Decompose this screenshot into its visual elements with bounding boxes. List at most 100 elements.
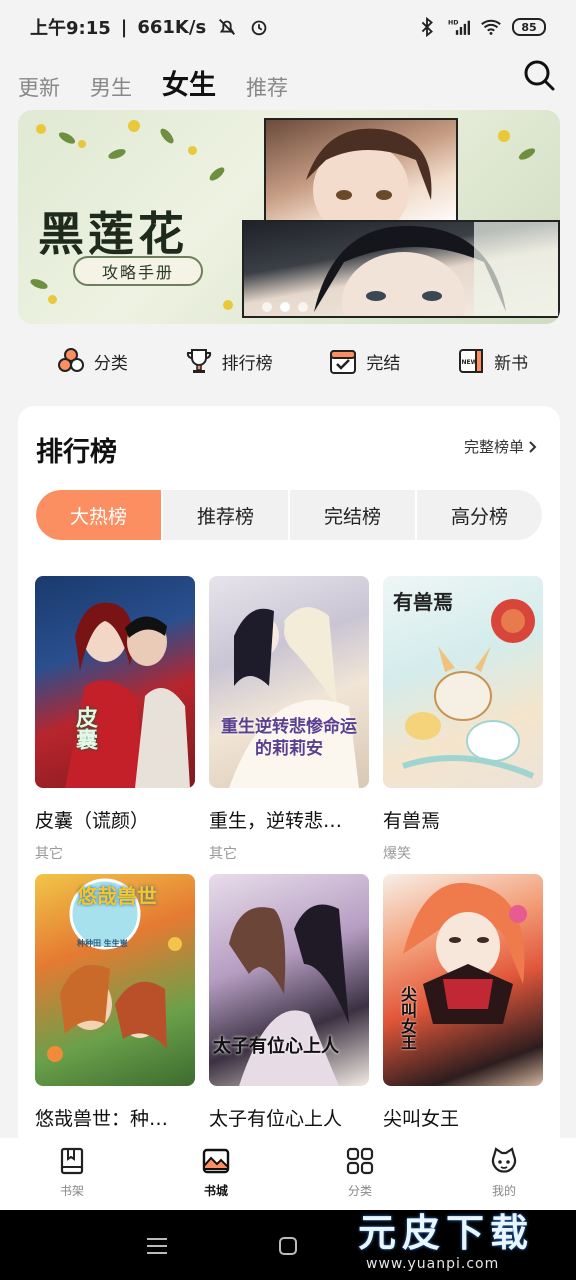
- status-time: 上午9:15: [30, 18, 111, 39]
- cover-illustration: [403, 882, 527, 1024]
- book-cover[interactable]: 太子有位心上人: [209, 874, 369, 1086]
- banner-decoration: [498, 130, 510, 142]
- bottom-nav: 书架 书城 分类 我的: [0, 1138, 576, 1210]
- nav-label: 我的: [491, 1184, 516, 1198]
- grid-icon: [346, 1147, 374, 1175]
- tab-top-rated[interactable]: 高分榜: [417, 490, 542, 540]
- trophy-icon: [186, 349, 211, 373]
- full-ranking-label: 完整榜单: [463, 438, 524, 456]
- status-right: HD 85: [416, 16, 546, 38]
- banner-subtitle: 攻略手册: [73, 256, 203, 286]
- bookstore-icon: [202, 1148, 230, 1174]
- book-title: 重生，逆转悲…: [209, 810, 343, 832]
- banner-decoration: [78, 140, 86, 148]
- category-icon: [57, 348, 84, 372]
- tab-completed[interactable]: 完结榜: [290, 490, 417, 540]
- bookshelf-icon: [60, 1147, 84, 1175]
- banner-art-panel: [264, 118, 458, 228]
- status-divider: |: [120, 16, 128, 38]
- profile-icon: [491, 1147, 517, 1173]
- book-card[interactable]: 皮囊 皮囊（谎颜） 其它: [35, 576, 195, 874]
- tab-recommend[interactable]: 推荐: [246, 72, 288, 102]
- quick-nav-category[interactable]: 分类: [56, 346, 128, 376]
- quick-nav-label: 分类: [93, 353, 128, 374]
- nav-profile[interactable]: 我的: [454, 1138, 554, 1210]
- banner-decoration: [57, 130, 77, 146]
- tab-female[interactable]: 女生: [162, 63, 216, 102]
- cover-title: 皮囊: [72, 706, 98, 750]
- book-card[interactable]: 太子有位心上人 太子有位心上人: [209, 874, 369, 1172]
- watermark: 元皮下载 www.yuanpi.com: [352, 1210, 558, 1280]
- banner-decoration: [158, 126, 176, 146]
- chevron-right-icon: [529, 440, 537, 453]
- ranking-tabs: 大热榜 推荐榜 完结榜 高分榜: [36, 490, 542, 540]
- status-speed: 661K/s: [137, 16, 207, 38]
- book-genre: 其它: [209, 846, 237, 862]
- book-title: 悠哉兽世：种…: [35, 1108, 169, 1130]
- cover-title: 太子有位心上人: [213, 1036, 339, 1057]
- book-title: 太子有位心上人: [209, 1108, 343, 1130]
- pagination-dot[interactable]: [262, 302, 272, 312]
- banner-character-illustration: [306, 128, 432, 226]
- wifi-icon: [481, 19, 501, 35]
- pagination-dot[interactable]: [298, 302, 308, 312]
- bluetooth-icon: [421, 16, 433, 38]
- search-icon[interactable]: [522, 58, 556, 92]
- book-genre: 爆笑: [383, 846, 411, 862]
- tab-hot[interactable]: 大热榜: [36, 490, 163, 540]
- banner-decoration: [188, 146, 197, 155]
- book-genre: 其它: [35, 846, 63, 862]
- tab-recommended[interactable]: 推荐榜: [163, 490, 290, 540]
- book-card[interactable]: 重生逆转悲惨命运的莉莉安 重生，逆转悲… 其它: [209, 576, 369, 874]
- book-card[interactable]: 尖叫女王 尖叫女王: [383, 874, 543, 1172]
- watermark-name: 元皮下载: [358, 1210, 535, 1255]
- book-card[interactable]: 悠哉兽世 种种田 生生崽 悠哉兽世：种…: [35, 874, 195, 1172]
- banner-decoration: [517, 146, 537, 162]
- cover-title: 有兽焉: [393, 590, 453, 614]
- quick-nav-ranking[interactable]: 排行榜: [184, 346, 273, 376]
- promo-banner[interactable]: 黑莲花 攻略手册: [18, 110, 560, 324]
- banner-decoration: [36, 124, 46, 134]
- network-label: HD: [448, 20, 458, 27]
- nav-category[interactable]: 分类: [310, 1138, 410, 1210]
- book-cover[interactable]: 有兽焉: [383, 576, 543, 788]
- nav-label: 书架: [59, 1184, 84, 1198]
- tab-update[interactable]: 更新: [18, 72, 60, 102]
- cover-title: 尖叫女王: [398, 986, 417, 1050]
- book-title: 皮囊（谎颜）: [35, 810, 150, 832]
- battery-level: 85: [521, 20, 537, 34]
- book-grid: 皮囊 皮囊（谎颜） 其它 重生逆转悲惨命运的莉莉安 重生，逆转悲… 其它 有兽焉…: [35, 576, 545, 1172]
- status-left: 上午9:15 | 661K/s: [30, 14, 270, 40]
- calendar-check-icon: [330, 350, 357, 374]
- ranking-card: 排行榜 完整榜单 大热榜 推荐榜 完结榜 高分榜 皮囊 皮囊（谎颜） 其它 重生…: [18, 406, 560, 1166]
- quick-nav-label: 排行榜: [221, 353, 273, 374]
- book-title: 有兽焉: [383, 810, 441, 832]
- banner-decoration: [29, 277, 49, 291]
- menu-icon[interactable]: [146, 1236, 168, 1256]
- cover-illustration: [65, 602, 190, 788]
- banner-decoration: [48, 295, 57, 304]
- nav-label: 书城: [203, 1184, 228, 1198]
- book-cover[interactable]: 皮囊: [35, 576, 195, 788]
- nav-bookstore[interactable]: 书城: [166, 1138, 266, 1210]
- quick-nav-new[interactable]: NEW 新书: [456, 346, 528, 376]
- nav-bookshelf[interactable]: 书架: [22, 1138, 122, 1210]
- quick-nav-completed[interactable]: 完结: [328, 346, 400, 376]
- cover-subtitle: 种种田 生生崽: [77, 938, 128, 948]
- banner-decoration: [128, 120, 140, 132]
- home-icon[interactable]: [278, 1236, 298, 1256]
- tab-male[interactable]: 男生: [90, 72, 132, 102]
- banner-decoration: [223, 300, 233, 310]
- book-cover[interactable]: 悠哉兽世 种种田 生生崽: [35, 874, 195, 1086]
- quick-nav-label: 完结: [366, 353, 401, 374]
- banner-decoration: [107, 147, 127, 161]
- full-ranking-link[interactable]: 完整榜单: [464, 436, 538, 457]
- book-cover[interactable]: 尖叫女王: [383, 874, 543, 1086]
- book-card[interactable]: 有兽焉 有兽焉 爆笑: [383, 576, 543, 874]
- signal-icon: HD: [448, 20, 470, 35]
- cover-title: 悠哉兽世: [77, 884, 157, 908]
- new-book-icon: NEW: [459, 349, 484, 373]
- banner-pagination: [262, 302, 308, 312]
- pagination-dot[interactable]: [280, 302, 290, 312]
- book-cover[interactable]: 重生逆转悲惨命运的莉莉安: [209, 576, 369, 788]
